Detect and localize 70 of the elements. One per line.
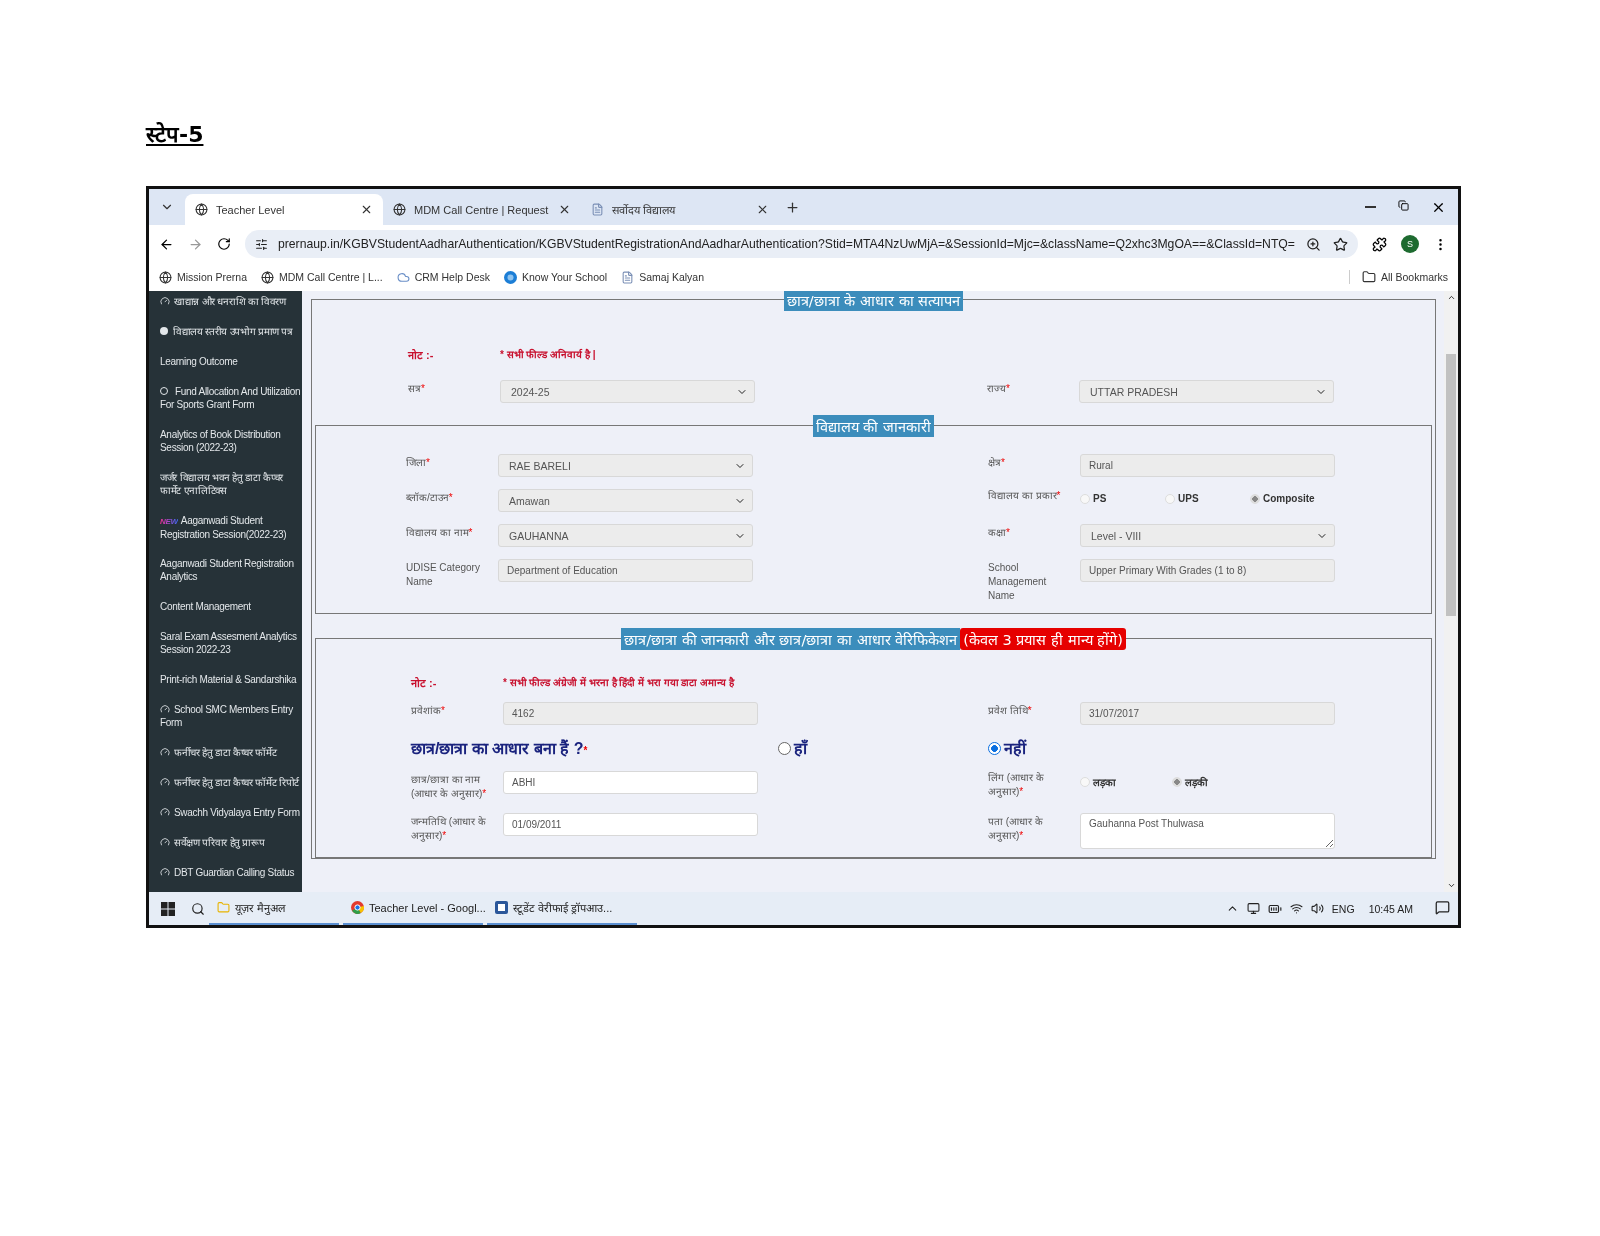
field-label: पता (आधार के अनुसार)* — [988, 815, 1044, 843]
field-label: सत्र* — [408, 382, 426, 396]
language-indicator[interactable]: ENG — [1331, 902, 1355, 915]
field-label: जिला* — [406, 456, 431, 470]
sidebar-item[interactable]: सर्वेक्षण परिवार हेतु प्रारूप — [160, 832, 302, 862]
url-text: prernaup.in/KGBVStudentAadharAuthentication/KGBVStudentRegistrationAndAadharAuthentication?Stid=MTA4NzUwMjA=&SessionId=Mjc=&className=Q2xhc3MgOA==&ClassId=NTQ= — [278, 237, 1295, 251]
note-text: * सभी फील्ड अनिवार्य है | — [500, 347, 597, 361]
browser-tab[interactable]: MDM Call Centre | Request — [383, 194, 581, 225]
sidebar-item[interactable]: Saral Exam Assesment Analytics Session 2022-23 — [160, 626, 302, 670]
warning-text: (केवल 3 प्रयास ही मान्य होंगे) — [960, 628, 1126, 650]
radio-label: हाँ — [794, 738, 807, 759]
section-title: छात्र/छात्रा की जानकारी और छात्र/छात्रा का आधार वेरिफिकेशन — [621, 628, 961, 650]
field-label: लिंग (आधार के अनुसार)* — [988, 771, 1045, 799]
sidebar-item[interactable]: विद्यालय स्तरीय उपभोग प्रमाण पत्र — [160, 321, 302, 351]
note-text: * सभी फील्ड अंग्रेजी में भरना है हिंदी में भरा गया डाटा अमान्य है — [503, 675, 736, 689]
radio-label: लड़का — [1093, 776, 1116, 789]
field-label: राज्य* — [987, 382, 1011, 396]
sidebar-item[interactable]: खाद्यान्न और धनराशि का विवरण — [160, 291, 302, 321]
sidebar-item[interactable]: School SMC Members Entry Form — [160, 699, 302, 742]
section-title: छात्र/छात्रा के आधार का सत्यापन — [783, 291, 964, 311]
step-heading: स्टेप-5 — [146, 121, 204, 149]
taskbar-item[interactable]: स्टूडेंट वेरीफाई ड्रॉपआउ... — [487, 892, 637, 925]
bookmark-link[interactable]: MDM Call Centre | L... — [279, 271, 383, 283]
field-label: विद्यालय का नाम* — [406, 526, 474, 540]
sidebar-item[interactable]: Learning Outcome — [160, 351, 302, 381]
address-bar[interactable]: prernaup.in/KGBVStudentAadharAuthentication/KGBVStudentRegistrationAndAadharAuthentication?Stid=MTA4NzUwMjA=&SessionId=Mjc=&className=Q2xhc3MgOA==&ClassId=NTQ= — [245, 230, 1358, 258]
sidebar-item[interactable]: Swachh Vidyalaya Entry Form — [160, 802, 302, 832]
profile-avatar[interactable]: S — [1401, 235, 1419, 253]
field-label: प्रवेशांक* — [411, 704, 446, 718]
section-title: विद्यालय की जानकारी — [812, 415, 935, 437]
text-field[interactable]: ABHI — [503, 771, 758, 794]
note-label: नोट :- — [408, 348, 435, 362]
field-label: क्षेत्र* — [988, 456, 1006, 470]
bookmark-link[interactable]: Samaj Kalyan — [639, 271, 704, 283]
sidebar-item[interactable]: DBT Guardian Calling Status — [160, 862, 302, 892]
radio-label: PS — [1093, 493, 1107, 504]
text-area[interactable]: Gauhanna Post Thulwasa — [1080, 813, 1335, 849]
field-label: UDISE Category Name — [406, 561, 481, 589]
sidebar-item[interactable]: Content Management — [160, 596, 302, 627]
sidebar-item[interactable]: Aaganwadi Student Registration Analytics — [160, 553, 302, 597]
field-label: छात्र/छात्रा का नाम (आधार के अनुसार)* — [411, 773, 488, 801]
sidebar-item[interactable]: NEW Aaganwadi Student Registration Session(2022-23) — [160, 509, 302, 554]
taskbar-item[interactable]: Teacher Level - Googl... — [343, 892, 483, 925]
note-label: नोट :- — [411, 676, 438, 690]
browser-tab[interactable]: Teacher Level — [185, 194, 383, 225]
field-label: ब्लॉक/टाउन* — [406, 491, 454, 505]
radio-label: Composite — [1263, 493, 1315, 504]
sidebar-item[interactable]: Fund Allocation And Utilization For Sports Grant Form — [160, 381, 302, 424]
bookmark-link[interactable]: Mission Prerna — [177, 271, 248, 283]
radio-label: UPS — [1178, 493, 1199, 504]
bookmark-link[interactable]: All Bookmarks — [1380, 271, 1448, 283]
sidebar-item[interactable]: Analytics of Book Distribution Session (2022-23) — [160, 423, 302, 467]
text-field[interactable]: 01/09/2011 — [503, 813, 758, 836]
radio-label: नहीं — [1004, 738, 1026, 759]
field-label: कक्षा* — [988, 526, 1011, 540]
field-label: जन्मतिथि (आधार के अनुसार)* — [411, 815, 487, 843]
radio-label: लड़की — [1185, 775, 1208, 789]
field-label: प्रवेश तिथि* — [988, 704, 1033, 718]
sidebar-item[interactable]: फर्नीचर हेतु डाटा कैप्चर फॉर्मेट — [160, 742, 302, 772]
taskbar-item[interactable]: यूज़र मैनुअल — [209, 892, 339, 925]
field-label: विद्यालय का प्रकार* — [988, 489, 1062, 503]
bookmark-link[interactable]: CRM Help Desk — [414, 271, 490, 283]
sidebar-item[interactable]: Print-rich Material & Sandarshika — [160, 669, 302, 700]
clock-text[interactable]: 10:45 AM — [1368, 902, 1413, 915]
sidebar-item[interactable]: फर्नीचर हेतु डाटा कैप्चर फॉर्मेट रिपोर्ट — [160, 772, 302, 802]
field-label: School Management Name — [988, 561, 1048, 603]
question-text: छात्र/छात्रा का आधार बना हैं ?* — [411, 738, 589, 759]
bookmark-link[interactable]: Know Your School — [521, 271, 608, 283]
browser-tab[interactable]: सर्वोदय विद्यालय — [581, 194, 779, 225]
sidebar-item[interactable]: जर्जर विद्यालय भवन हेतु डाटा कैप्चर फार्मेट एनालिटिक्स — [160, 466, 302, 510]
